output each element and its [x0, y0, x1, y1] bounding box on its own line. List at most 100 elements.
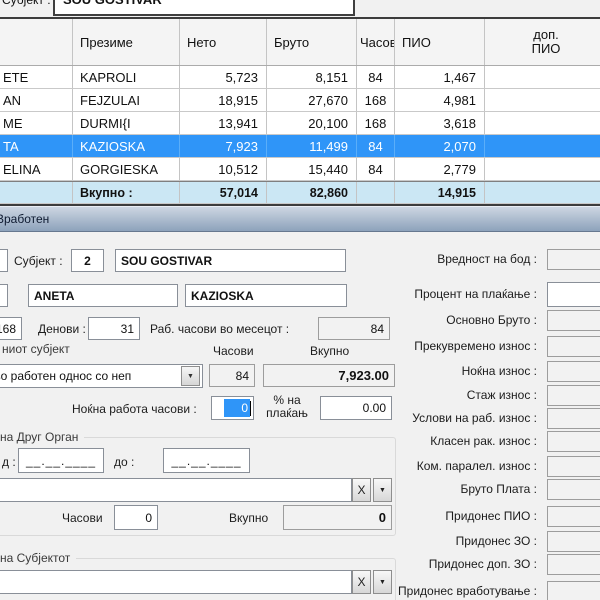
top-subject-field[interactable]: SOU GOSTIVAR [53, 0, 355, 16]
work-conditions-amount-field [547, 408, 600, 429]
payment-percent-label: Процент на плаќање : [320, 282, 537, 307]
cell-hours: 84 [357, 135, 395, 157]
subject-section-label: ниот субјект [2, 342, 70, 356]
contribution-zo-label: Придонес ЗО : [320, 531, 537, 552]
header-surname[interactable]: Презиме [73, 19, 180, 65]
other-organ-hours-input[interactable]: 0 [114, 505, 158, 530]
employment-type-dropdown[interactable]: нато во работен однос со неп ▼ [0, 364, 203, 388]
subject-work-combobox[interactable] [0, 570, 352, 594]
header-pio[interactable]: ПИО [395, 19, 485, 65]
total-label: Вкупно : [73, 182, 180, 203]
table-body: ETEKAPROLI5,7238,151841,467ANFEJZULAI18,… [0, 66, 600, 181]
first-name-field[interactable]: ANETA [28, 284, 178, 307]
employee-panel-titlebar: Вработен [0, 206, 600, 232]
night-amount-label: Ноќна износ : [320, 361, 537, 382]
hours-168-field[interactable]: 168 [0, 317, 22, 340]
total-name-cell [0, 182, 73, 203]
contribution-employment-field [547, 581, 600, 600]
cell-name: ELINA [0, 158, 73, 180]
cell-surname: KAPROLI [73, 66, 180, 88]
night-hours-input[interactable]: 0 [211, 396, 254, 420]
base-gross-label: Основно Бруто : [320, 310, 537, 331]
chevron-down-icon[interactable]: ▼ [181, 366, 200, 386]
cell-pio: 1,467 [395, 66, 485, 88]
cell-bruto: 8,151 [267, 66, 357, 88]
hours-column-label: Часови [213, 344, 254, 358]
contribution-employment-label: Придонес вработување : [320, 581, 537, 600]
header-dop-pio-line2: ПИО [532, 42, 561, 56]
cell-surname: KAZIOSKA [73, 135, 180, 157]
cell-bruto: 11,499 [267, 135, 357, 157]
cell-pio: 2,070 [395, 135, 485, 157]
cell-pio: 2,779 [395, 158, 485, 180]
table-row[interactable]: MEDURMI{I13,94120,1001683,618 [0, 112, 600, 135]
cell-dop-pio [485, 112, 600, 134]
other-organ-group-label: на Друг Орган [0, 430, 84, 444]
subject-name-field[interactable]: SOU GOSTIVAR [115, 249, 346, 272]
table-row[interactable]: ELINAGORGIESKA10,51215,440842,779 [0, 158, 600, 181]
payroll-app-window: Субјект : SOU GOSTIVAR Презиме Нето Брут… [0, 0, 600, 600]
contribution-pio-label: Придонес ПИО : [320, 506, 537, 527]
contribution-dop-zo-field [547, 554, 600, 575]
header-dop-pio[interactable]: доп. ПИО [485, 19, 600, 65]
header-bruto[interactable]: Бруто [267, 19, 357, 65]
percent-pay-label: % на плаќањ [258, 394, 316, 420]
cell-name: TA [0, 135, 73, 157]
base-gross-field [547, 310, 600, 331]
employment-hours-field[interactable]: 84 [209, 364, 255, 387]
class-head-amount-label: Класен рак. износ : [320, 431, 537, 452]
payment-percent-field[interactable] [547, 282, 600, 307]
table-row[interactable]: ANFEJZULAI18,91527,6701684,981 [0, 89, 600, 112]
header-hours[interactable]: Часов [357, 19, 395, 65]
cell-name: ME [0, 112, 73, 134]
subject-number-field[interactable]: 2 [71, 249, 104, 272]
cut-field-left-1[interactable] [0, 249, 8, 272]
overtime-amount-field [547, 336, 600, 357]
date-from-input[interactable]: __.__.____ [18, 448, 104, 473]
cell-neto: 18,915 [180, 89, 267, 111]
cell-neto: 7,923 [180, 135, 267, 157]
cell-hours: 168 [357, 112, 395, 134]
cell-dop-pio [485, 158, 600, 180]
other-organ-combobox[interactable] [0, 478, 352, 502]
header-neto[interactable]: Нето [180, 19, 267, 65]
night-work-label: Ноќна работа часови : [72, 402, 197, 416]
value-point-field [547, 249, 600, 270]
days-field[interactable]: 31 [88, 317, 140, 340]
cell-neto: 13,941 [180, 112, 267, 134]
date-to-input[interactable]: __.__.____ [163, 448, 250, 473]
cell-surname: FEJZULAI [73, 89, 180, 111]
cell-surname: DURMI{I [73, 112, 180, 134]
table-row[interactable]: ETEKAPROLI5,7238,151841,467 [0, 66, 600, 89]
overtime-amount-label: Прекувремено износ : [320, 336, 537, 357]
cell-dop-pio [485, 135, 600, 157]
cell-pio: 4,981 [395, 89, 485, 111]
cell-bruto: 15,440 [267, 158, 357, 180]
date-from-label: д : [2, 455, 16, 469]
employment-type-value: нато во работен однос со неп [0, 369, 131, 383]
seniority-amount-label: Стаж износ : [320, 385, 537, 406]
cell-pio: 3,618 [395, 112, 485, 134]
employee-table: Презиме Нето Бруто Часов ПИО доп. ПИО ET… [0, 17, 600, 206]
cell-surname: GORGIESKA [73, 158, 180, 180]
cut-field-left-2[interactable] [0, 284, 8, 307]
cell-name: ETE [0, 66, 73, 88]
value-point-label: Вредност на бод : [320, 249, 537, 270]
table-total-row: Вкупно : 57,014 82,860 14,915 [0, 181, 600, 204]
subject-label: Субјект : [14, 254, 63, 268]
panel-title: Вработен [0, 212, 49, 226]
total-dop-pio [485, 182, 600, 203]
seniority-amount-field [547, 385, 600, 406]
month-hours-label: Раб. часови во месецот : [150, 322, 289, 336]
percent-pay-label-line2: плаќањ [266, 406, 308, 420]
total-bruto: 82,860 [267, 182, 357, 203]
percent-pay-label-line1: % на [273, 393, 300, 407]
table-header-row: Презиме Нето Бруто Часов ПИО доп. ПИО [0, 19, 600, 66]
subject-work-group-label: на Субјектот [0, 551, 76, 565]
table-row[interactable]: TAKAZIOSKA7,92311,499842,070 [0, 135, 600, 158]
cell-neto: 10,512 [180, 158, 267, 180]
cell-name: AN [0, 89, 73, 111]
cell-neto: 5,723 [180, 66, 267, 88]
contribution-zo-field [547, 531, 600, 552]
header-name[interactable] [0, 19, 73, 65]
